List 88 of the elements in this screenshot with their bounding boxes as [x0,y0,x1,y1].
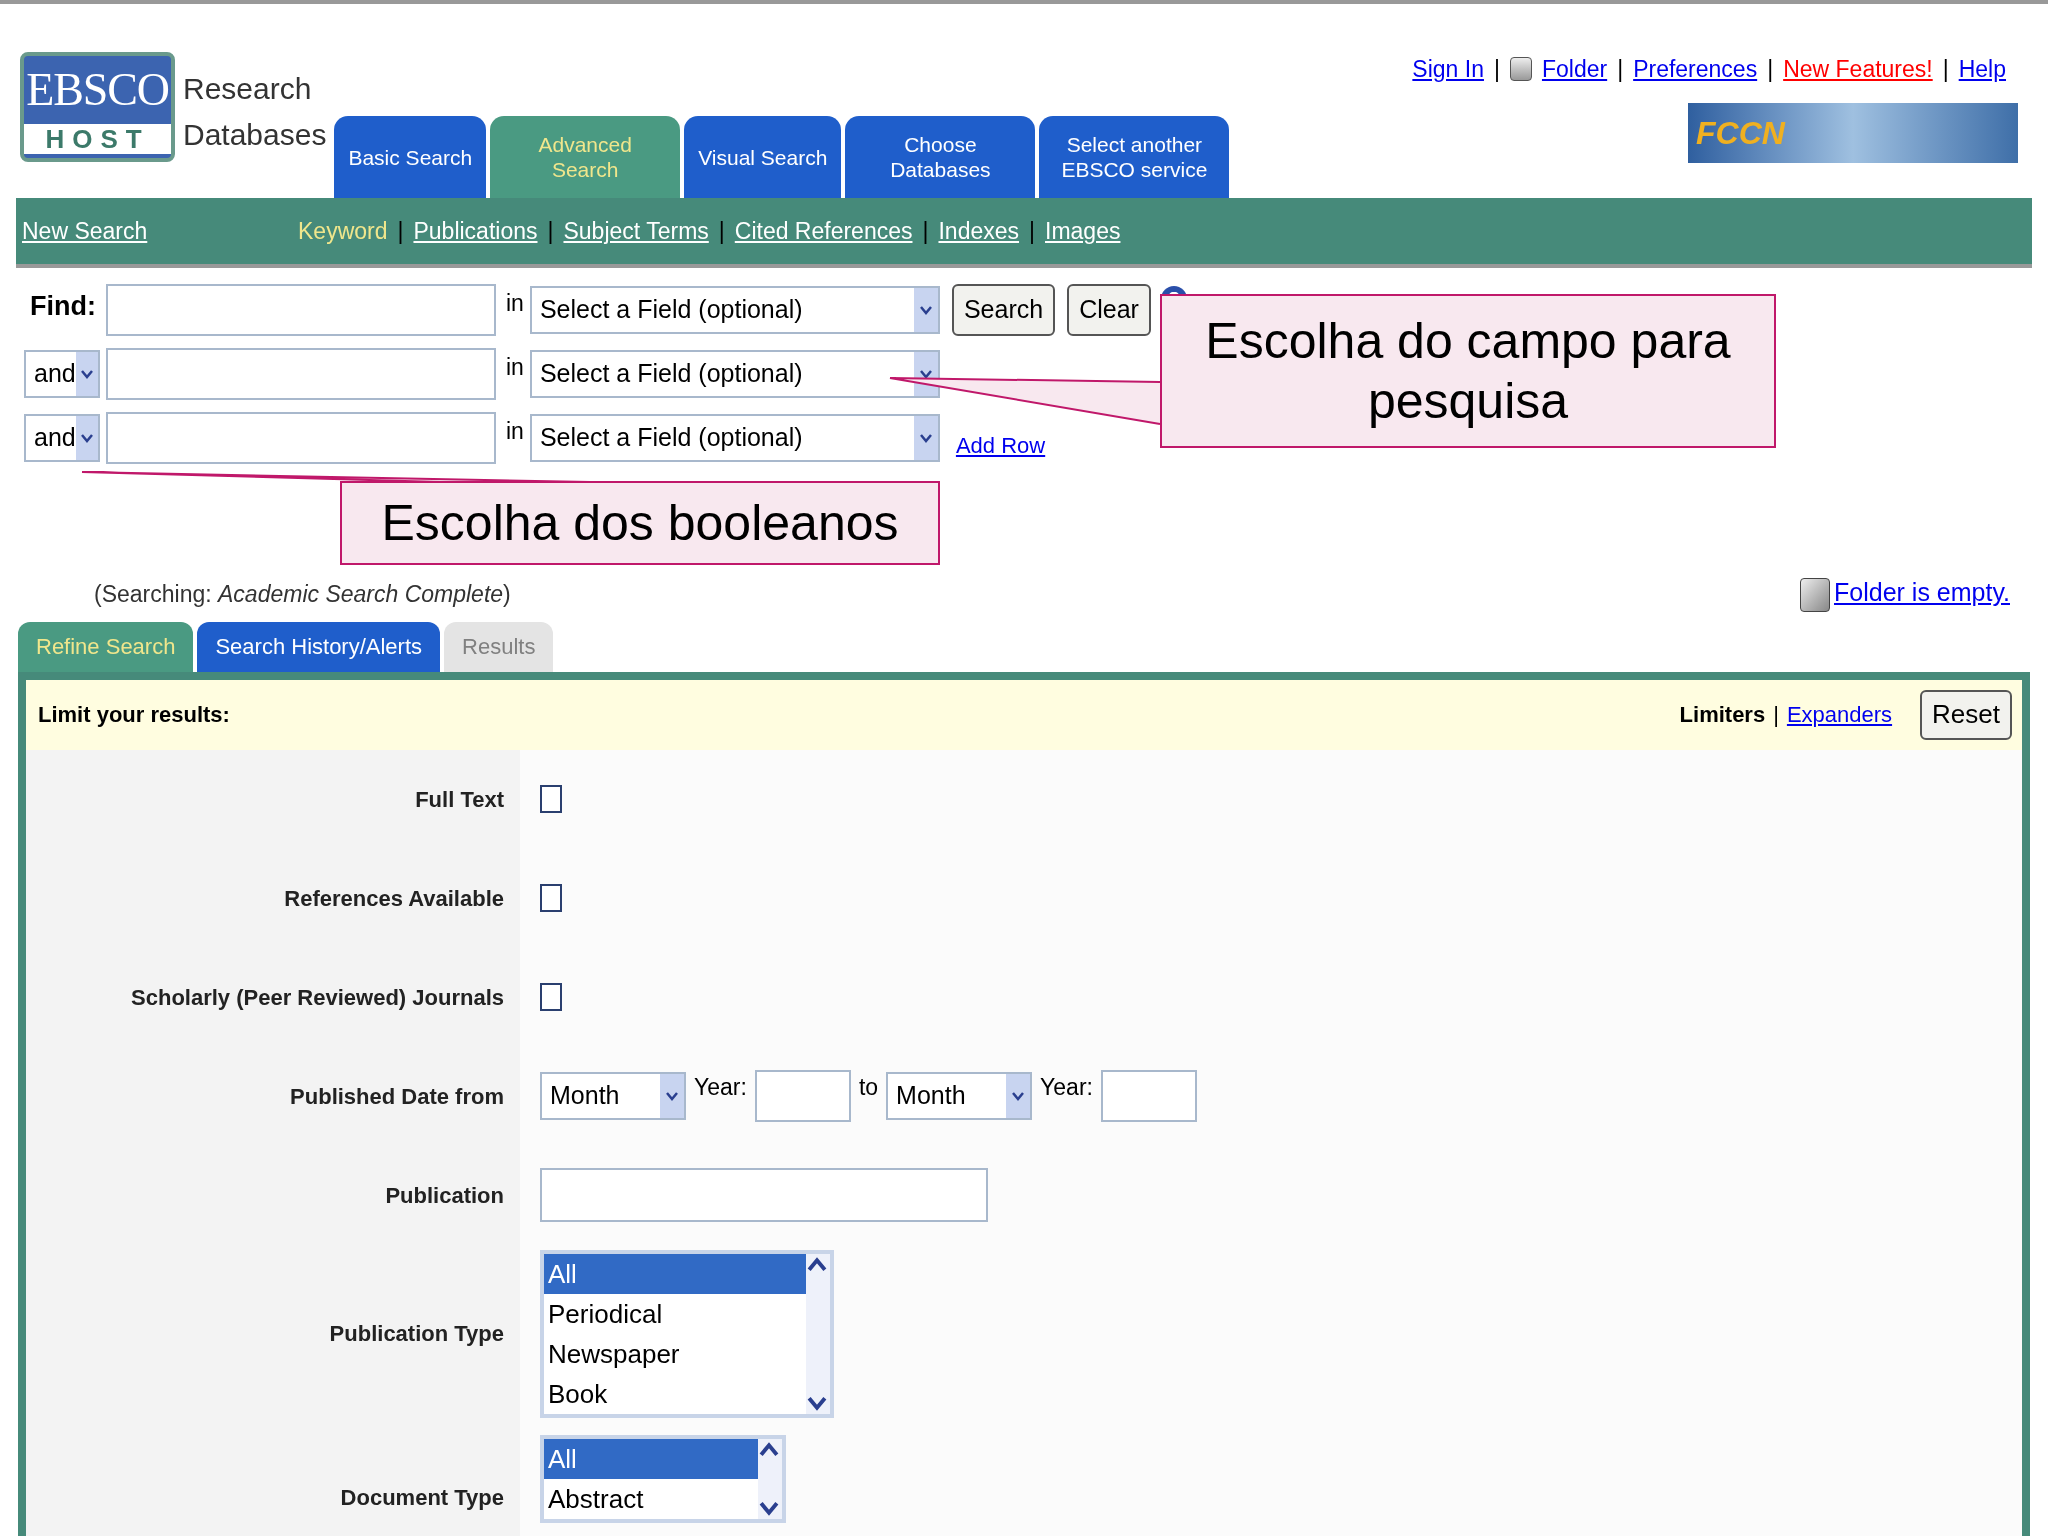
caret-icon [913,416,938,460]
add-row-link[interactable]: Add Row [955,429,1046,462]
header-link[interactable]: Folder [1541,52,1608,87]
month-dropdown[interactable]: Month [886,1072,1033,1120]
search-action-button[interactable]: Clear [1067,284,1151,336]
limiter-label: Document Type [340,1484,504,1512]
logo-research-text: Research [183,71,313,107]
operator-dropdown[interactable]: and [24,414,100,462]
header-link[interactable]: Help [1958,52,2006,87]
search-input[interactable] [106,412,496,464]
nav-link[interactable]: Indexes [938,213,1020,249]
folder-icon [1509,57,1532,82]
searching-database-text: (Searching: Academic Search Complete) [94,580,511,609]
expanders-link[interactable]: Expanders [1786,698,1893,731]
year-input[interactable] [754,1070,851,1122]
limit-title: Limit your results: [38,701,230,729]
ebsco-host-logo: EBSCO HOST [20,52,175,162]
separator-text: | [1942,55,1949,84]
nav-link[interactable]: Subject Terms [563,213,709,249]
separator-text: | [1767,55,1774,84]
caret-icon [75,416,98,460]
caret-icon [75,352,98,396]
folder-empty-link[interactable]: Folder is empty. [1834,574,2010,612]
list-option[interactable]: Abstract [544,1478,758,1519]
operator-dropdown[interactable]: and [24,350,100,398]
caret-icon [913,288,938,332]
nav-tab[interactable]: Select another EBSCO service [1039,116,1230,198]
separator-text: | [1773,701,1779,729]
tab[interactable]: Search History/Alerts [197,621,441,672]
in-label: in [506,417,524,446]
field-dropdown[interactable]: Select a Field (optional) [529,414,940,462]
separator-text: | [1493,55,1500,84]
search-input[interactable] [106,348,496,400]
separator-text: | [547,216,554,246]
scrollbar[interactable] [758,1438,782,1519]
limiters-label: Limiters [1679,701,1766,729]
nav-tab[interactable]: Basic Search [334,116,487,198]
publication-input[interactable] [540,1168,988,1222]
header-link[interactable]: Preferences [1633,52,1758,87]
year-label: Year: [694,1073,747,1102]
new-search-link[interactable]: New Search [16,213,298,249]
header-link[interactable]: New Features! [1783,52,1933,87]
callout-box: Escolha do campo para pesquisa [1160,294,1776,448]
nav-link[interactable]: Images [1045,213,1121,249]
reset-button[interactable]: Reset [1920,689,2012,740]
header-link[interactable]: Sign In [1412,52,1484,87]
list-option[interactable]: Book [544,1373,806,1414]
banner-logo-text: FCCN [1696,113,1785,153]
list-option[interactable]: Periodical [544,1293,806,1334]
limiter-label: References Available [284,884,504,913]
logo-databases-text: Databases [183,117,327,153]
month-dropdown[interactable]: Month [540,1072,686,1120]
search-input[interactable] [106,284,496,336]
limiter-label: Full Text [415,785,504,814]
in-label: in [506,353,524,382]
caret-icon [660,1074,684,1118]
nav-tab[interactable]: Visual Search [684,116,842,198]
checkbox[interactable] [540,983,562,1011]
limiter-label: Published Date from [290,1082,504,1111]
folder-icon [1800,577,1830,612]
separator-text: | [397,216,404,246]
list-option[interactable]: All [544,1438,758,1479]
limiter-label: Publication Type [329,1320,504,1348]
separator-text: | [922,216,929,246]
type-listbox[interactable]: All Periodical Newspaper Book [540,1249,834,1418]
limiter-label: Scholarly (Peer Reviewed) Journals [131,983,504,1012]
year-label: Year: [1040,1073,1093,1102]
find-label: Find: [29,290,97,323]
separator-text: | [1617,55,1624,84]
nav-link[interactable]: Publications [413,213,538,249]
separator-text: | [718,216,725,246]
field-dropdown[interactable]: Select a Field (optional) [529,286,940,334]
list-option[interactable]: Newspaper [544,1333,806,1374]
limiter-label: Publication [385,1181,504,1210]
nav-tab[interactable]: Choose Databases [845,116,1036,198]
caret-icon [1006,1074,1031,1118]
list-option[interactable]: All [544,1253,806,1294]
scrollbar[interactable] [806,1253,830,1414]
checkbox[interactable] [540,785,562,813]
field-dropdown[interactable]: Select a Field (optional) [529,350,940,398]
checkbox[interactable] [540,884,562,912]
to-label: to [858,1073,879,1102]
type-listbox[interactable]: All Abstract [540,1434,786,1523]
nav-link[interactable]: Cited References [734,213,913,249]
separator-text: | [1029,216,1035,246]
year-input[interactable] [1100,1070,1197,1122]
in-label: in [506,289,524,318]
search-action-button[interactable]: Search [951,284,1056,336]
